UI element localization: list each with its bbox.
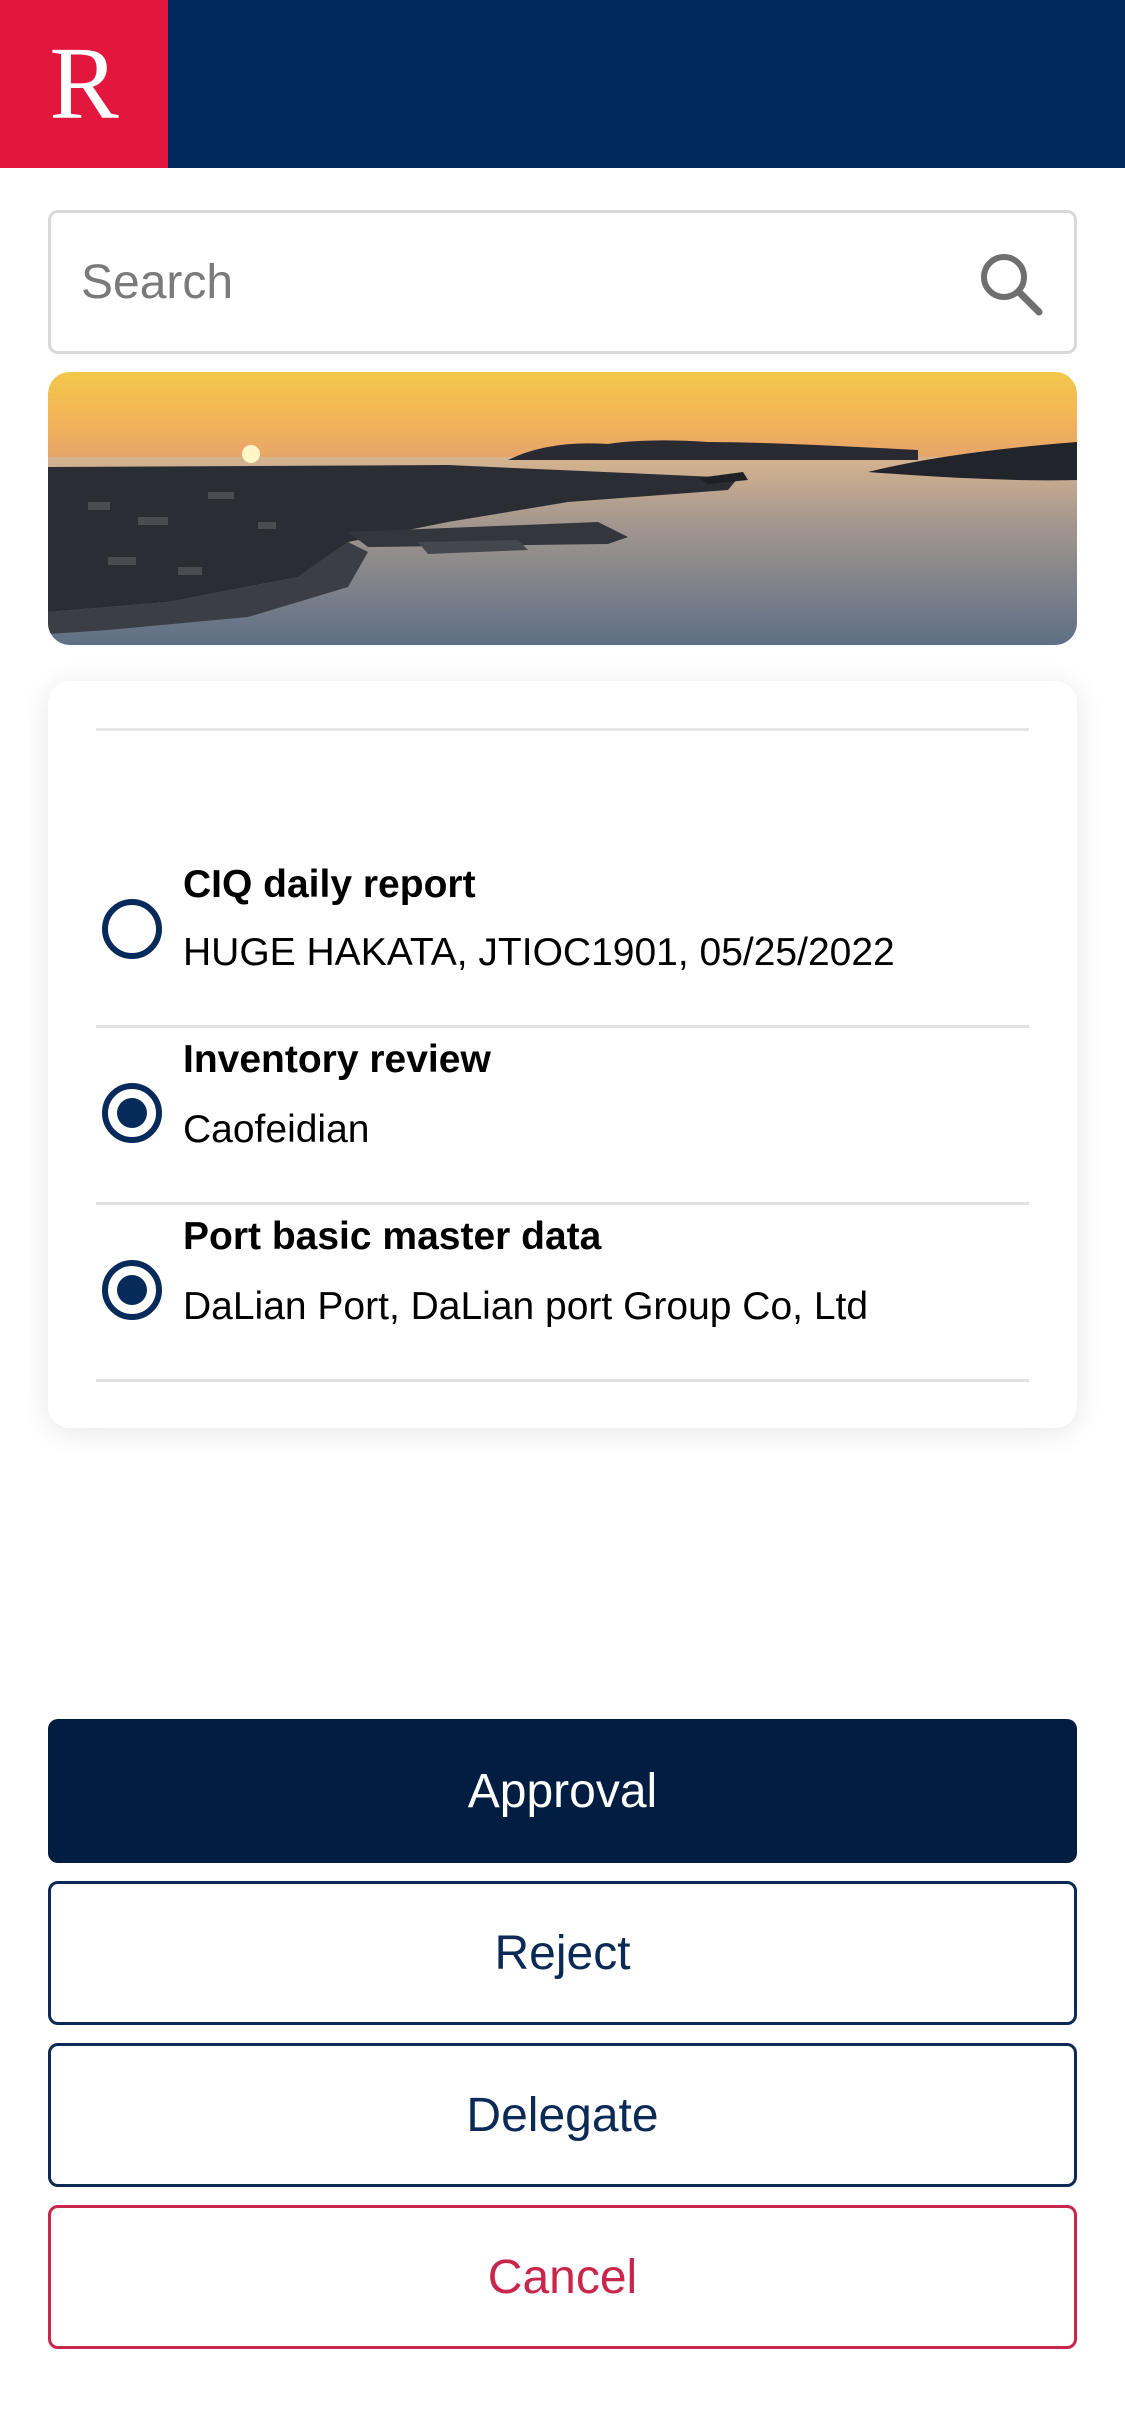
list-item[interactable]: Inventory review Caofeidian [96,1028,1029,1205]
radio-selected[interactable] [102,1260,162,1320]
harbor-banner-image [48,372,1077,645]
harbor-sunset-image [48,372,1077,645]
item-title: Inventory review [183,1038,491,1081]
request-list-card: CIQ daily report HUGE HAKATA, JTIOC1901,… [48,681,1077,1428]
radio-unselected[interactable] [102,899,162,959]
list-item[interactable]: Port basic master data DaLian Port, DaLi… [96,1205,1029,1382]
reject-button[interactable]: Reject [48,1881,1077,2025]
divider [96,728,1029,731]
search-icon[interactable] [978,251,1044,317]
search-box[interactable] [48,210,1077,354]
list-item[interactable]: CIQ daily report HUGE HAKATA, JTIOC1901,… [96,851,1029,1028]
item-title: Port basic master data [183,1215,602,1258]
brand-logo[interactable]: R [0,0,168,168]
item-subtitle: DaLian Port, DaLian port Group Co, Ltd [183,1285,869,1328]
search-input[interactable] [81,213,981,351]
item-subtitle: Caofeidian [183,1108,370,1151]
logo-letter: R [49,26,119,141]
app-header: R [0,0,1125,168]
radio-selected[interactable] [102,1083,162,1143]
approval-button[interactable]: Approval [48,1719,1077,1863]
item-subtitle: HUGE HAKATA, JTIOC1901, 05/25/2022 [183,931,895,974]
item-title: CIQ daily report [183,863,476,906]
delegate-button[interactable]: Delegate [48,2043,1077,2187]
cancel-button[interactable]: Cancel [48,2205,1077,2349]
